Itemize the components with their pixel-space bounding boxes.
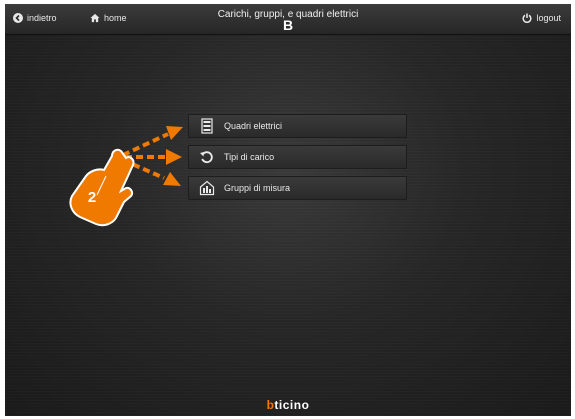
load-type-icon (199, 149, 215, 165)
logout-label: logout (536, 13, 561, 23)
menu-item-label: Tipi di carico (224, 152, 275, 162)
measurement-group-icon (199, 180, 215, 196)
menu-item-quadri-elettrici[interactable]: Quadri elettrici (188, 114, 407, 138)
main-menu: Quadri elettrici Tipi di carico Gruppi d… (188, 114, 407, 207)
brand-rest: ticino (274, 398, 310, 412)
menu-item-label: Gruppi di misura (224, 183, 291, 193)
top-bar: indietro home Carichi, gruppi, e quadri … (5, 4, 571, 35)
logout-button[interactable]: logout (522, 13, 561, 23)
menu-item-label: Quadri elettrici (224, 121, 283, 131)
menu-item-tipi-di-carico[interactable]: Tipi di carico (188, 145, 407, 169)
section-marker: B (282, 17, 294, 33)
electrical-panel-icon (199, 118, 215, 134)
menu-item-gruppi-di-misura[interactable]: Gruppi di misura (188, 176, 407, 200)
brand-logo: bticino (5, 398, 571, 412)
power-icon (522, 13, 532, 23)
app-frame: indietro home Carichi, gruppi, e quadri … (5, 4, 571, 416)
